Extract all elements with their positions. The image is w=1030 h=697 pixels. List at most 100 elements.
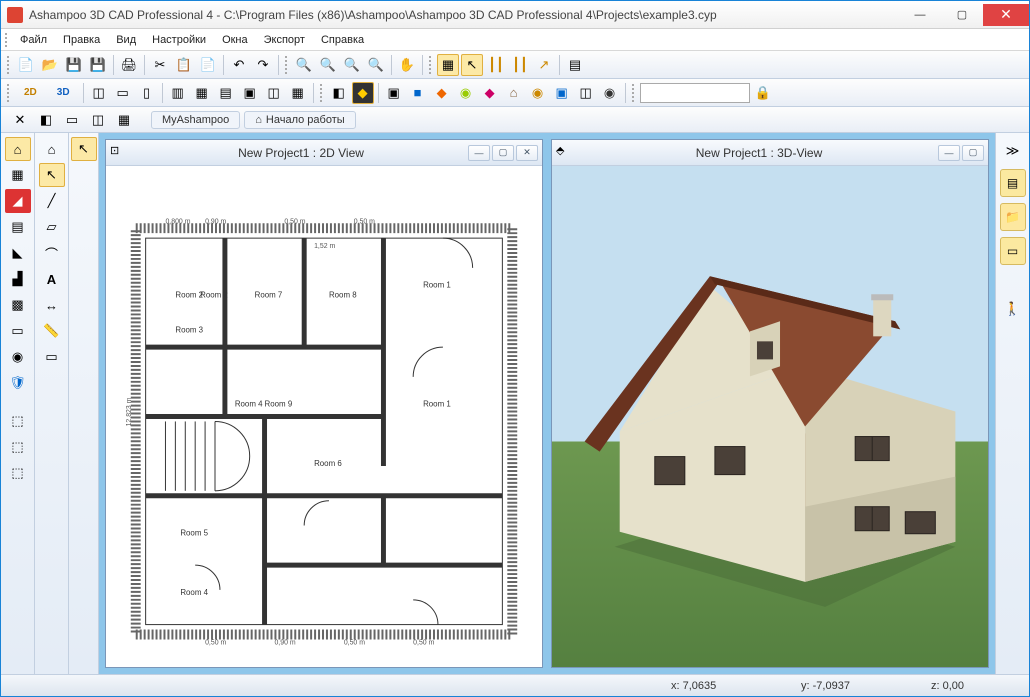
tool-b[interactable]: ◧: [35, 109, 57, 131]
redo-button[interactable]: ↷: [252, 54, 274, 76]
dock-person-icon[interactable]: 🚶: [1000, 297, 1026, 321]
view-side-button[interactable]: ▯: [136, 82, 158, 104]
tool-iso3[interactable]: ⬚: [5, 461, 31, 485]
menu-view[interactable]: Вид: [109, 32, 143, 48]
subtool-1[interactable]: ↖: [71, 137, 97, 161]
view-2d[interactable]: Room 2 Room 2 Room 7 Room 8 Room 1 Room …: [106, 166, 542, 667]
zoom-fit-button[interactable]: 🔍: [341, 54, 363, 76]
toolbar-handle-4[interactable]: [7, 84, 11, 102]
tool-stairs[interactable]: ▟: [5, 267, 31, 291]
tool-a[interactable]: ✕: [9, 109, 31, 131]
menu-file[interactable]: Файл: [13, 32, 54, 48]
obj9-button[interactable]: ◫: [575, 82, 597, 104]
obj1-button[interactable]: ▣: [383, 82, 405, 104]
tool-iso1[interactable]: ⬚: [5, 409, 31, 433]
cut-button[interactable]: ✂: [149, 54, 171, 76]
mode-3d-button[interactable]: 3D: [48, 82, 79, 104]
toolbar-handle-1[interactable]: [7, 56, 11, 74]
layout1-button[interactable]: ▥: [167, 82, 189, 104]
panel-2d-max[interactable]: ▢: [492, 145, 514, 161]
tool-d[interactable]: ◫: [87, 109, 109, 131]
tool-house[interactable]: ⌂: [39, 137, 65, 161]
tab-getting-started[interactable]: ⌂ Начало работы: [244, 111, 355, 129]
panel-2d-min[interactable]: —: [468, 145, 490, 161]
menu-export[interactable]: Экспорт: [257, 32, 312, 48]
select-mode-button[interactable]: ↖: [461, 54, 483, 76]
dock-tab-folder[interactable]: 📁: [1000, 203, 1026, 231]
tool-window[interactable]: ▦: [5, 163, 31, 187]
tool-line[interactable]: ╱: [39, 189, 65, 213]
layout3-button[interactable]: ▤: [215, 82, 237, 104]
dock-tab-properties[interactable]: ▭: [1000, 237, 1026, 265]
obj10-button[interactable]: ◉: [599, 82, 621, 104]
menu-settings[interactable]: Настройки: [145, 32, 213, 48]
guide2-button[interactable]: ┃┃: [509, 54, 531, 76]
tool-shield[interactable]: 🛡: [5, 371, 31, 395]
panel-3d-min[interactable]: —: [938, 145, 960, 161]
tool-wall[interactable]: ⌂: [5, 137, 31, 161]
obj6-button[interactable]: ⌂: [503, 82, 525, 104]
layer-combo[interactable]: [640, 83, 750, 103]
tool-cursor[interactable]: ↖: [39, 163, 65, 187]
render-button[interactable]: ◆: [352, 82, 374, 104]
dock-tab-catalog[interactable]: ▤: [1000, 169, 1026, 197]
grid-button[interactable]: ▦: [437, 54, 459, 76]
zoom-out-button[interactable]: 🔍: [317, 54, 339, 76]
view-front-button[interactable]: ▭: [112, 82, 134, 104]
open-button[interactable]: 📂: [39, 54, 61, 76]
menu-windows[interactable]: Окна: [215, 32, 255, 48]
tool-area[interactable]: ▭: [39, 345, 65, 369]
obj2-button[interactable]: ■: [407, 82, 429, 104]
tool-texture[interactable]: ▩: [5, 293, 31, 317]
tool-floor[interactable]: ▤: [5, 215, 31, 239]
print-button[interactable]: 🖨: [118, 54, 140, 76]
layout6-button[interactable]: ▦: [287, 82, 309, 104]
layout4-button[interactable]: ▣: [239, 82, 261, 104]
copy-button[interactable]: 📋: [173, 54, 195, 76]
snap-button[interactable]: ↗: [533, 54, 555, 76]
zoom-in-button[interactable]: 🔍: [293, 54, 315, 76]
close-button[interactable]: ✕: [983, 4, 1029, 26]
tool-iso2[interactable]: ⬚: [5, 435, 31, 459]
panel-3d-max[interactable]: ▢: [962, 145, 984, 161]
layer-button[interactable]: ▤: [564, 54, 586, 76]
lock-button[interactable]: 🔒: [752, 82, 774, 104]
tool-furn[interactable]: ▭: [5, 319, 31, 343]
zoom-window-button[interactable]: 🔍: [365, 54, 387, 76]
dock-collapse-icon[interactable]: ≫: [1000, 139, 1026, 163]
obj4-button[interactable]: ◉: [455, 82, 477, 104]
saveas-button[interactable]: 💾: [87, 54, 109, 76]
toolbar-handle-3[interactable]: [429, 56, 433, 74]
paste-button[interactable]: 📄: [197, 54, 219, 76]
layout5-button[interactable]: ◫: [263, 82, 285, 104]
menubar-handle[interactable]: [5, 33, 9, 47]
tool-poly[interactable]: ▱: [39, 215, 65, 239]
obj3-button[interactable]: ◆: [431, 82, 453, 104]
cube-button[interactable]: ◧: [328, 82, 350, 104]
view-top-button[interactable]: ◫: [88, 82, 110, 104]
minimize-button[interactable]: —: [899, 4, 941, 26]
obj5-button[interactable]: ◆: [479, 82, 501, 104]
menu-help[interactable]: Справка: [314, 32, 371, 48]
tool-roof[interactable]: ◣: [5, 241, 31, 265]
tool-red[interactable]: ◢: [5, 189, 31, 213]
guide1-button[interactable]: ┃┃: [485, 54, 507, 76]
toolbar-handle-5[interactable]: [320, 84, 324, 102]
toolbar-handle-6[interactable]: [632, 84, 636, 102]
layout2-button[interactable]: ▦: [191, 82, 213, 104]
new-button[interactable]: 📄: [15, 54, 37, 76]
view-3d[interactable]: [552, 166, 988, 667]
tab-myashampoo[interactable]: MyAshampoo: [151, 111, 240, 129]
undo-button[interactable]: ↶: [228, 54, 250, 76]
obj8-button[interactable]: ▣: [551, 82, 573, 104]
tool-measure[interactable]: 📏: [39, 319, 65, 343]
tool-dim[interactable]: ↔: [39, 293, 65, 317]
save-button[interactable]: 💾: [63, 54, 85, 76]
toolbar-handle-2[interactable]: [285, 56, 289, 74]
tool-c[interactable]: ▭: [61, 109, 83, 131]
mode-2d-button[interactable]: 2D: [15, 82, 46, 104]
obj7-button[interactable]: ◉: [527, 82, 549, 104]
tool-text[interactable]: A: [39, 267, 65, 291]
maximize-button[interactable]: ▢: [941, 4, 983, 26]
tool-curved[interactable]: ⌒: [39, 241, 65, 265]
